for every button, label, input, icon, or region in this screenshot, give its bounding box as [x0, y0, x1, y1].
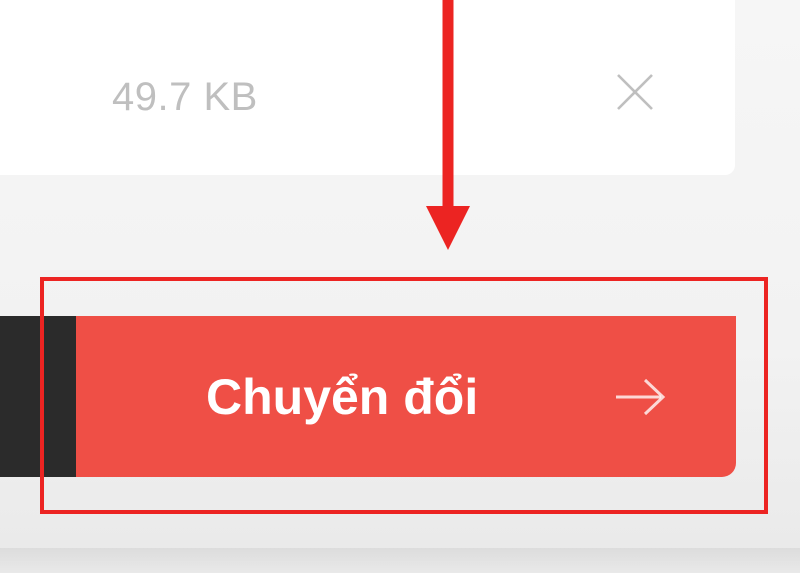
decorative-side-strip — [0, 316, 76, 477]
convert-button[interactable]: Chuyển đổi — [76, 316, 736, 477]
decorative-shadow — [0, 548, 800, 573]
file-item-card: 49.7 KB — [0, 0, 735, 175]
arrow-right-icon — [604, 361, 676, 433]
convert-button-label: Chuyển đổi — [206, 368, 478, 426]
file-size-label: 49.7 KB — [112, 75, 258, 120]
remove-file-button[interactable] — [599, 58, 671, 130]
close-icon — [612, 69, 658, 120]
screen: 49.7 KB Chuyển đổi — [0, 0, 800, 573]
